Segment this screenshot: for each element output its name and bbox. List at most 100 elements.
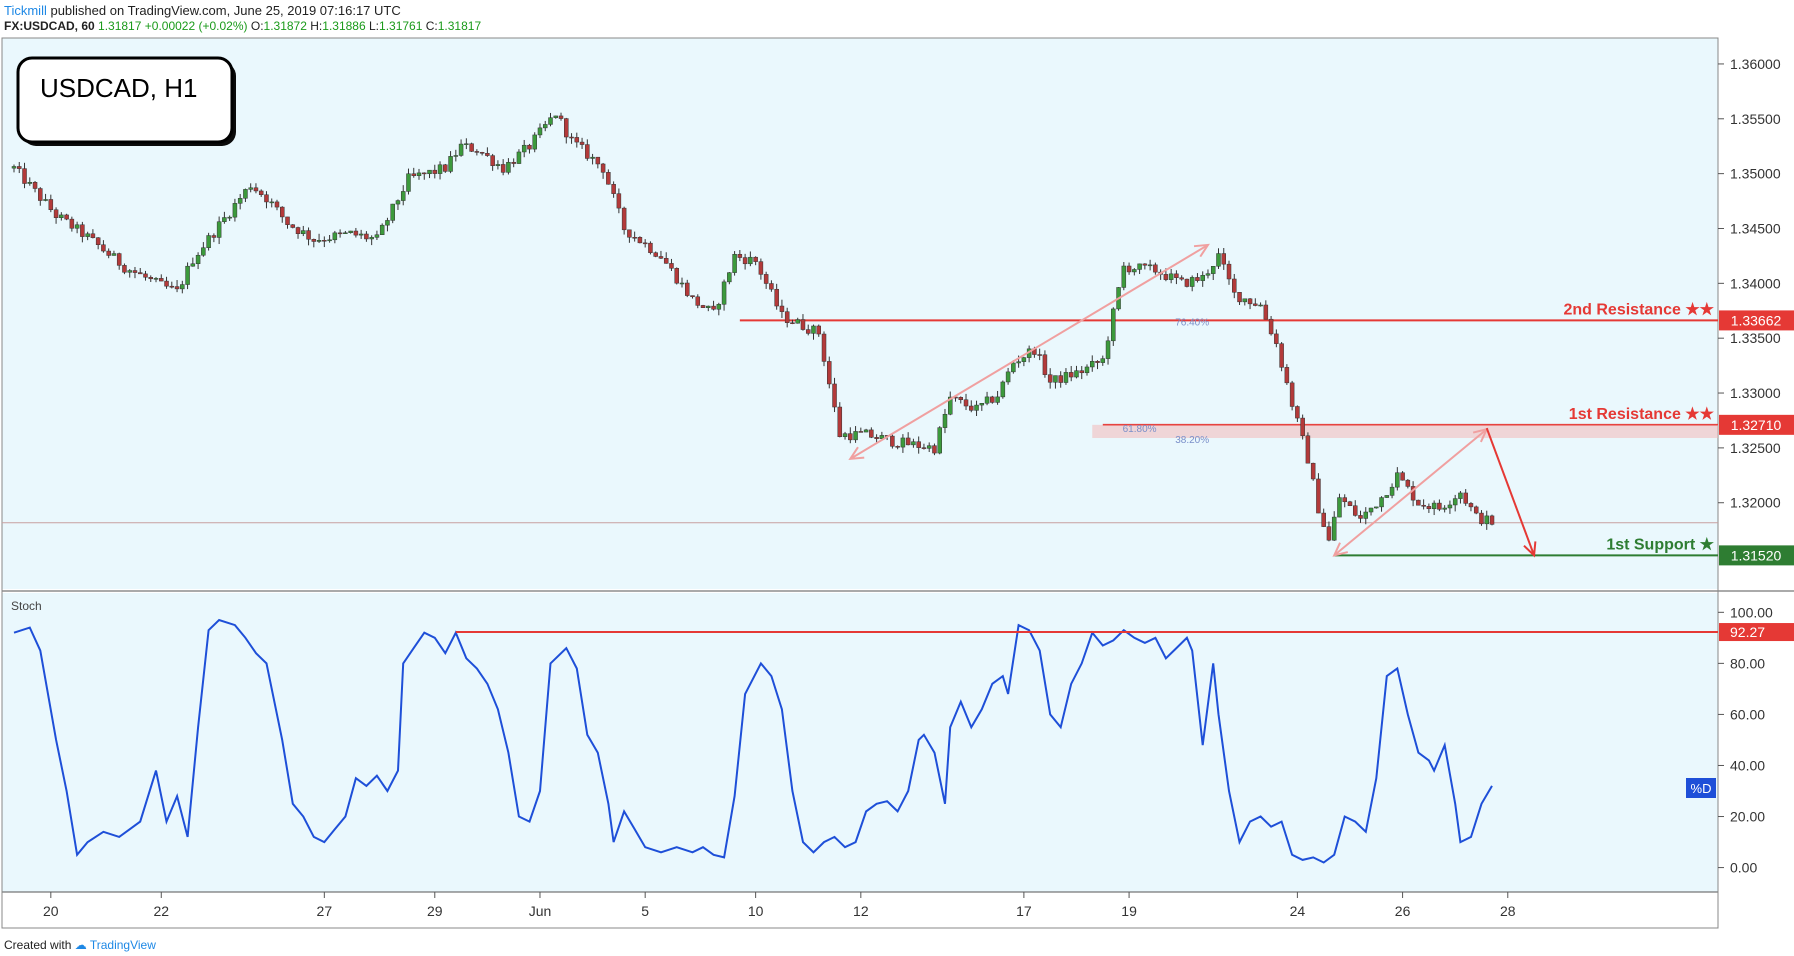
time-tick-label: 27 (317, 903, 333, 919)
candle-body (427, 169, 432, 175)
candle-body (732, 254, 737, 273)
candle-body (758, 261, 764, 275)
candle-body (790, 322, 795, 324)
candle-body (1021, 357, 1027, 362)
candle-body (495, 164, 501, 166)
candle-body (201, 247, 206, 256)
candle-body (400, 191, 406, 201)
candle-body (490, 155, 495, 166)
candle-body (174, 286, 180, 290)
price-tick-label: 1.32000 (1730, 495, 1781, 511)
candle-body (153, 278, 159, 280)
price-tick-label: 1.32500 (1730, 440, 1781, 456)
candle-body (926, 445, 932, 449)
candle-body (963, 399, 969, 407)
candle-body (1421, 504, 1426, 507)
candle-body (616, 193, 622, 209)
candle-body (358, 233, 364, 236)
candle-body (437, 164, 443, 174)
high-value: 1.31886 (322, 19, 366, 33)
candle-body (1226, 263, 1232, 280)
candle-body (663, 258, 669, 264)
candle-body (1090, 361, 1095, 368)
candle-body (1300, 417, 1305, 437)
candle-body (874, 437, 879, 439)
candle-body (1326, 526, 1332, 541)
candle-body (301, 230, 306, 234)
fib-label: 38.20% (1175, 435, 1209, 446)
candle-body (1016, 361, 1021, 364)
time-tick-label: Jun (529, 903, 552, 919)
time-tick-label: 22 (153, 903, 169, 919)
change-value: +0.00022 (+0.02%) (144, 19, 248, 33)
stoch-level-value: 92.27 (1730, 624, 1765, 640)
candle-body (474, 151, 480, 153)
candle-body (569, 136, 574, 139)
level-price-value: 1.32710 (1731, 417, 1782, 433)
candle-body (479, 152, 485, 154)
candle-body (1331, 516, 1337, 541)
candle-body (227, 216, 232, 219)
candle-body (916, 441, 921, 448)
candle-body (1153, 264, 1158, 273)
candle-body (816, 325, 821, 335)
candle-body (1458, 492, 1463, 499)
candle-body (585, 144, 590, 159)
candle-body (511, 161, 516, 164)
candle-body (17, 166, 22, 169)
level-name: 1st Resistance ★★ (1569, 406, 1715, 423)
candle-body (900, 437, 906, 448)
candle-body (685, 282, 690, 296)
candle-body (869, 429, 874, 438)
candle-body (1174, 273, 1179, 278)
candle-body (748, 256, 753, 265)
candle-body (422, 172, 427, 175)
candle-body (1295, 406, 1300, 419)
candle-body (1221, 253, 1227, 265)
candle-body (1374, 506, 1379, 509)
candle-body (974, 404, 979, 411)
candle-body (1132, 269, 1137, 273)
candle-body (1395, 472, 1400, 488)
price-tick-label: 1.34000 (1730, 275, 1781, 291)
stoch-tick-label: 0.00 (1730, 860, 1757, 876)
candle-body (248, 187, 253, 190)
candle-body (1400, 472, 1405, 481)
tradingview-link[interactable]: TradingView (90, 938, 156, 952)
candle-body (990, 396, 995, 403)
stoch-tick-label: 60.00 (1730, 706, 1765, 722)
candle-body (364, 233, 369, 240)
candle-body (1247, 298, 1253, 305)
candle-body (1447, 504, 1453, 509)
stoch-tick-label: 100.00 (1730, 604, 1773, 620)
candle-body (1358, 515, 1363, 519)
candle-body (11, 166, 17, 169)
price-tick-label: 1.34500 (1730, 220, 1781, 236)
candle-body (690, 295, 695, 298)
candle-body (611, 184, 616, 194)
candle-body (290, 224, 296, 228)
candle-body (95, 237, 101, 245)
candle-body (1368, 507, 1374, 513)
candle-body (274, 201, 280, 208)
price-tick-label: 1.33500 (1730, 330, 1781, 346)
candle-body (1053, 375, 1058, 383)
candle-body (742, 257, 748, 265)
candle-body (1047, 374, 1053, 383)
candle-body (648, 242, 653, 253)
candle-body (811, 325, 816, 334)
candle-body (411, 173, 416, 176)
candle-body (832, 383, 837, 408)
candle-body (1195, 277, 1200, 281)
level-price-value: 1.33662 (1731, 312, 1782, 328)
candle-body (27, 181, 33, 184)
author-link[interactable]: Tickmill (4, 3, 47, 18)
symbol-label: FX:USDCAD, 60 (4, 19, 95, 33)
candle-body (432, 169, 438, 174)
candle-body (784, 311, 790, 323)
candle-body (774, 288, 779, 307)
candle-body (159, 278, 164, 282)
publish-header: Tickmill published on TradingView.com, J… (4, 3, 401, 18)
candle-body (1426, 506, 1432, 510)
candle-body (516, 151, 522, 164)
